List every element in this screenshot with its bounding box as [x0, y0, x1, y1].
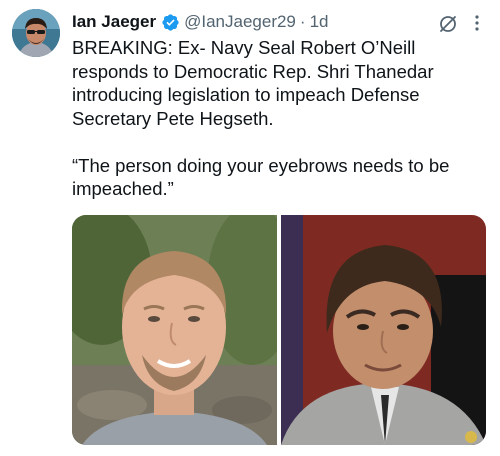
grok-icon[interactable] [438, 14, 458, 34]
avatar[interactable] [12, 9, 60, 57]
verified-badge-icon [161, 13, 180, 32]
tweet-paragraph-2: “The person doing your eyebrows needs to… [72, 154, 450, 200]
author-name[interactable]: Ian Jaeger [72, 12, 156, 32]
author-handle[interactable]: @IanJaeger29 [184, 12, 296, 32]
media-photo-left[interactable] [72, 215, 277, 445]
tweet-header: Ian Jaeger @IanJaeger29 · 1d [72, 10, 486, 34]
timestamp[interactable]: 1d [310, 12, 329, 32]
more-options-icon[interactable] [466, 12, 488, 34]
avatar-image [12, 9, 60, 57]
tweet-paragraph-1: BREAKING: Ex- Navy Seal Robert O’Neill r… [72, 37, 434, 129]
separator-dot: · [299, 12, 306, 31]
tweet[interactable]: Ian Jaeger @IanJaeger29 · 1d BREAKING: E… [0, 0, 500, 456]
tweet-text: BREAKING: Ex- Navy Seal Robert O’Neill r… [72, 36, 492, 201]
media-photo-right[interactable] [281, 215, 486, 445]
tweet-media [72, 215, 486, 445]
